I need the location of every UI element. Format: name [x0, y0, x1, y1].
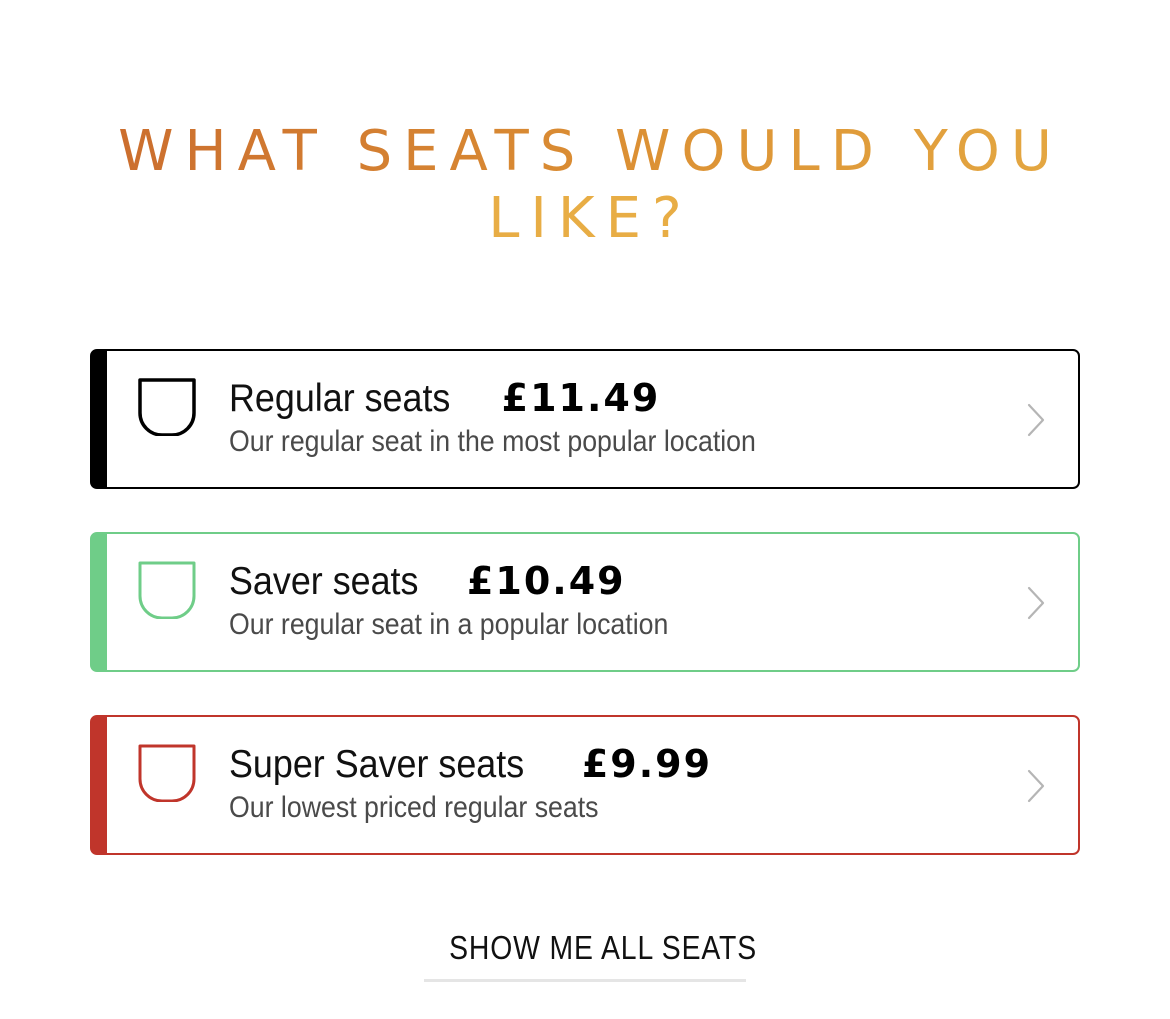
chevron-right-icon — [1027, 586, 1045, 620]
seat-price: £11.49 — [501, 376, 661, 420]
chevron-right-icon — [1027, 403, 1045, 437]
seat-description: Our lowest priced regular seats — [229, 791, 599, 824]
seat-icon — [138, 744, 196, 802]
seat-title: Saver seats £10.49 — [229, 559, 626, 604]
seat-title: Super Saver seats £9.99 — [229, 742, 712, 787]
seat-option-saver[interactable]: Saver seats £10.49 Our regular seat in a… — [90, 532, 1080, 672]
seat-name: Super Saver seats — [229, 743, 525, 786]
seat-icon — [138, 561, 196, 619]
seat-description: Our regular seat in the most popular loc… — [229, 425, 756, 458]
page-title-line-1: WHAT SEATS WOULD YOU — [11, 118, 1170, 185]
seat-price: £10.49 — [466, 559, 626, 603]
seat-name: Regular seats — [229, 377, 451, 420]
page-title-line-2: LIKE? — [488, 186, 693, 251]
seat-option-regular[interactable]: Regular seats £11.49 Our regular seat in… — [90, 349, 1080, 489]
chevron-right-icon — [1027, 769, 1045, 803]
seat-name: Saver seats — [229, 560, 419, 603]
show-all-seats-link[interactable]: SHOW ME ALL SEATS — [424, 926, 756, 982]
show-all-seats-label: SHOW ME ALL SEATS — [449, 929, 758, 966]
seat-title: Regular seats £11.49 — [229, 376, 660, 421]
seat-description: Our regular seat in a popular location — [229, 608, 669, 641]
page-title: WHAT SEATS WOULD YOU LIKE? — [0, 118, 1170, 252]
seat-option-super-saver[interactable]: Super Saver seats £9.99 Our lowest price… — [90, 715, 1080, 855]
seat-icon — [138, 378, 196, 436]
seat-price: £9.99 — [581, 742, 713, 786]
